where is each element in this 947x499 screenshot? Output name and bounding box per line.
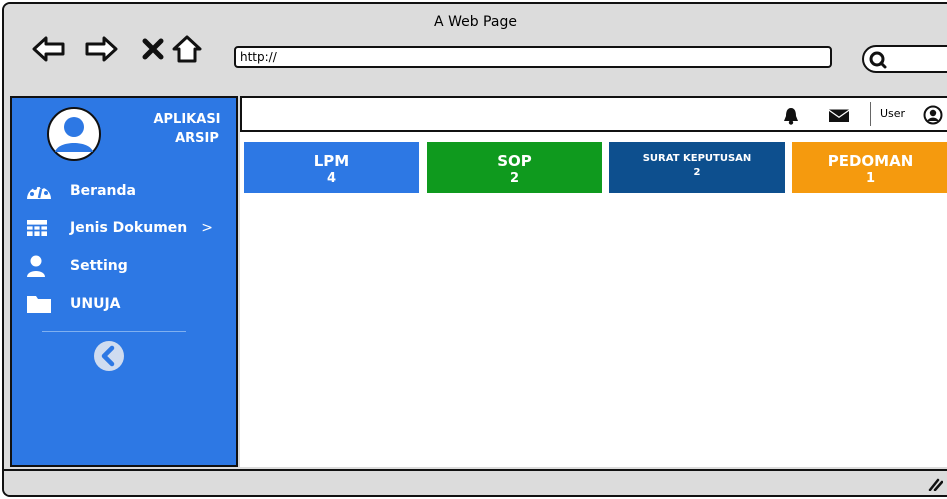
card-count: 2 bbox=[509, 171, 520, 186]
stop-button[interactable] bbox=[136, 34, 170, 64]
resize-grip-icon[interactable] bbox=[927, 477, 943, 491]
card-surat-keputusan[interactable]: SURAT KEPUTUSAN 2 bbox=[609, 142, 785, 193]
search-button[interactable] bbox=[862, 45, 947, 73]
sidebar-item-setting[interactable]: Setting bbox=[26, 253, 128, 279]
mail-icon[interactable] bbox=[828, 109, 850, 123]
topbar: User bbox=[240, 96, 947, 132]
url-input[interactable]: http:// bbox=[234, 46, 832, 68]
card-count: 4 bbox=[326, 171, 337, 186]
sidebar-item-label: UNUJA bbox=[70, 296, 121, 312]
dashboard-icon bbox=[26, 180, 54, 202]
sidebar-item-label: Jenis Dokumen bbox=[70, 220, 188, 236]
home-icon bbox=[172, 35, 202, 63]
topbar-separator bbox=[870, 102, 871, 126]
sidebar-item-label: Setting bbox=[70, 258, 128, 274]
forward-button[interactable] bbox=[84, 34, 118, 64]
user-avatar-icon[interactable] bbox=[923, 105, 943, 125]
main-content: User LPM 4 SOP 2 SURAT KEPUTUSAN 2 PEDOM… bbox=[240, 96, 947, 467]
home-button[interactable] bbox=[170, 34, 204, 64]
sidebar-item-label: Beranda bbox=[70, 183, 136, 199]
chevron-right-icon: > bbox=[201, 220, 213, 236]
back-button[interactable] bbox=[32, 34, 66, 64]
close-icon bbox=[142, 38, 164, 60]
card-title: SOP bbox=[497, 152, 532, 170]
sidebar-item-unuja[interactable]: UNUJA bbox=[26, 291, 121, 317]
user-label[interactable]: User bbox=[880, 107, 905, 120]
app-title-line1: APLIKASI bbox=[153, 112, 221, 127]
card-count: 2 bbox=[693, 167, 701, 178]
app-title: APLIKASI ARSIP bbox=[132, 110, 242, 148]
folder-icon bbox=[26, 293, 54, 315]
avatar bbox=[47, 107, 101, 161]
search-icon bbox=[869, 51, 887, 69]
bell-icon[interactable] bbox=[783, 107, 799, 125]
browser-window: A Web Page http:// APLIKASI ARSIP Berand… bbox=[2, 2, 947, 497]
card-count: 1 bbox=[865, 171, 876, 186]
card-title: SURAT KEPUTUSAN bbox=[642, 153, 752, 164]
card-title: PEDOMAN bbox=[827, 152, 914, 170]
browser-titlebar: A Web Page http:// bbox=[4, 4, 947, 92]
user-icon bbox=[26, 255, 54, 277]
sidebar-divider bbox=[42, 331, 186, 332]
window-title: A Web Page bbox=[434, 14, 517, 30]
app-title-line2: ARSIP bbox=[175, 131, 219, 146]
table-icon bbox=[26, 217, 54, 239]
card-title: LPM bbox=[313, 152, 350, 170]
arrow-right-icon bbox=[85, 36, 118, 62]
status-bar bbox=[4, 469, 947, 495]
sidebar: APLIKASI ARSIP Beranda Jenis Dokumen > S… bbox=[10, 96, 238, 467]
sidebar-item-jenis-dokumen[interactable]: Jenis Dokumen > bbox=[26, 215, 213, 241]
card-sop[interactable]: SOP 2 bbox=[427, 142, 602, 193]
chevron-left-icon[interactable] bbox=[93, 340, 125, 372]
card-pedoman[interactable]: PEDOMAN 1 bbox=[792, 142, 947, 193]
arrow-left-icon bbox=[32, 36, 65, 62]
sidebar-item-beranda[interactable]: Beranda bbox=[26, 178, 136, 204]
card-lpm[interactable]: LPM 4 bbox=[244, 142, 419, 193]
